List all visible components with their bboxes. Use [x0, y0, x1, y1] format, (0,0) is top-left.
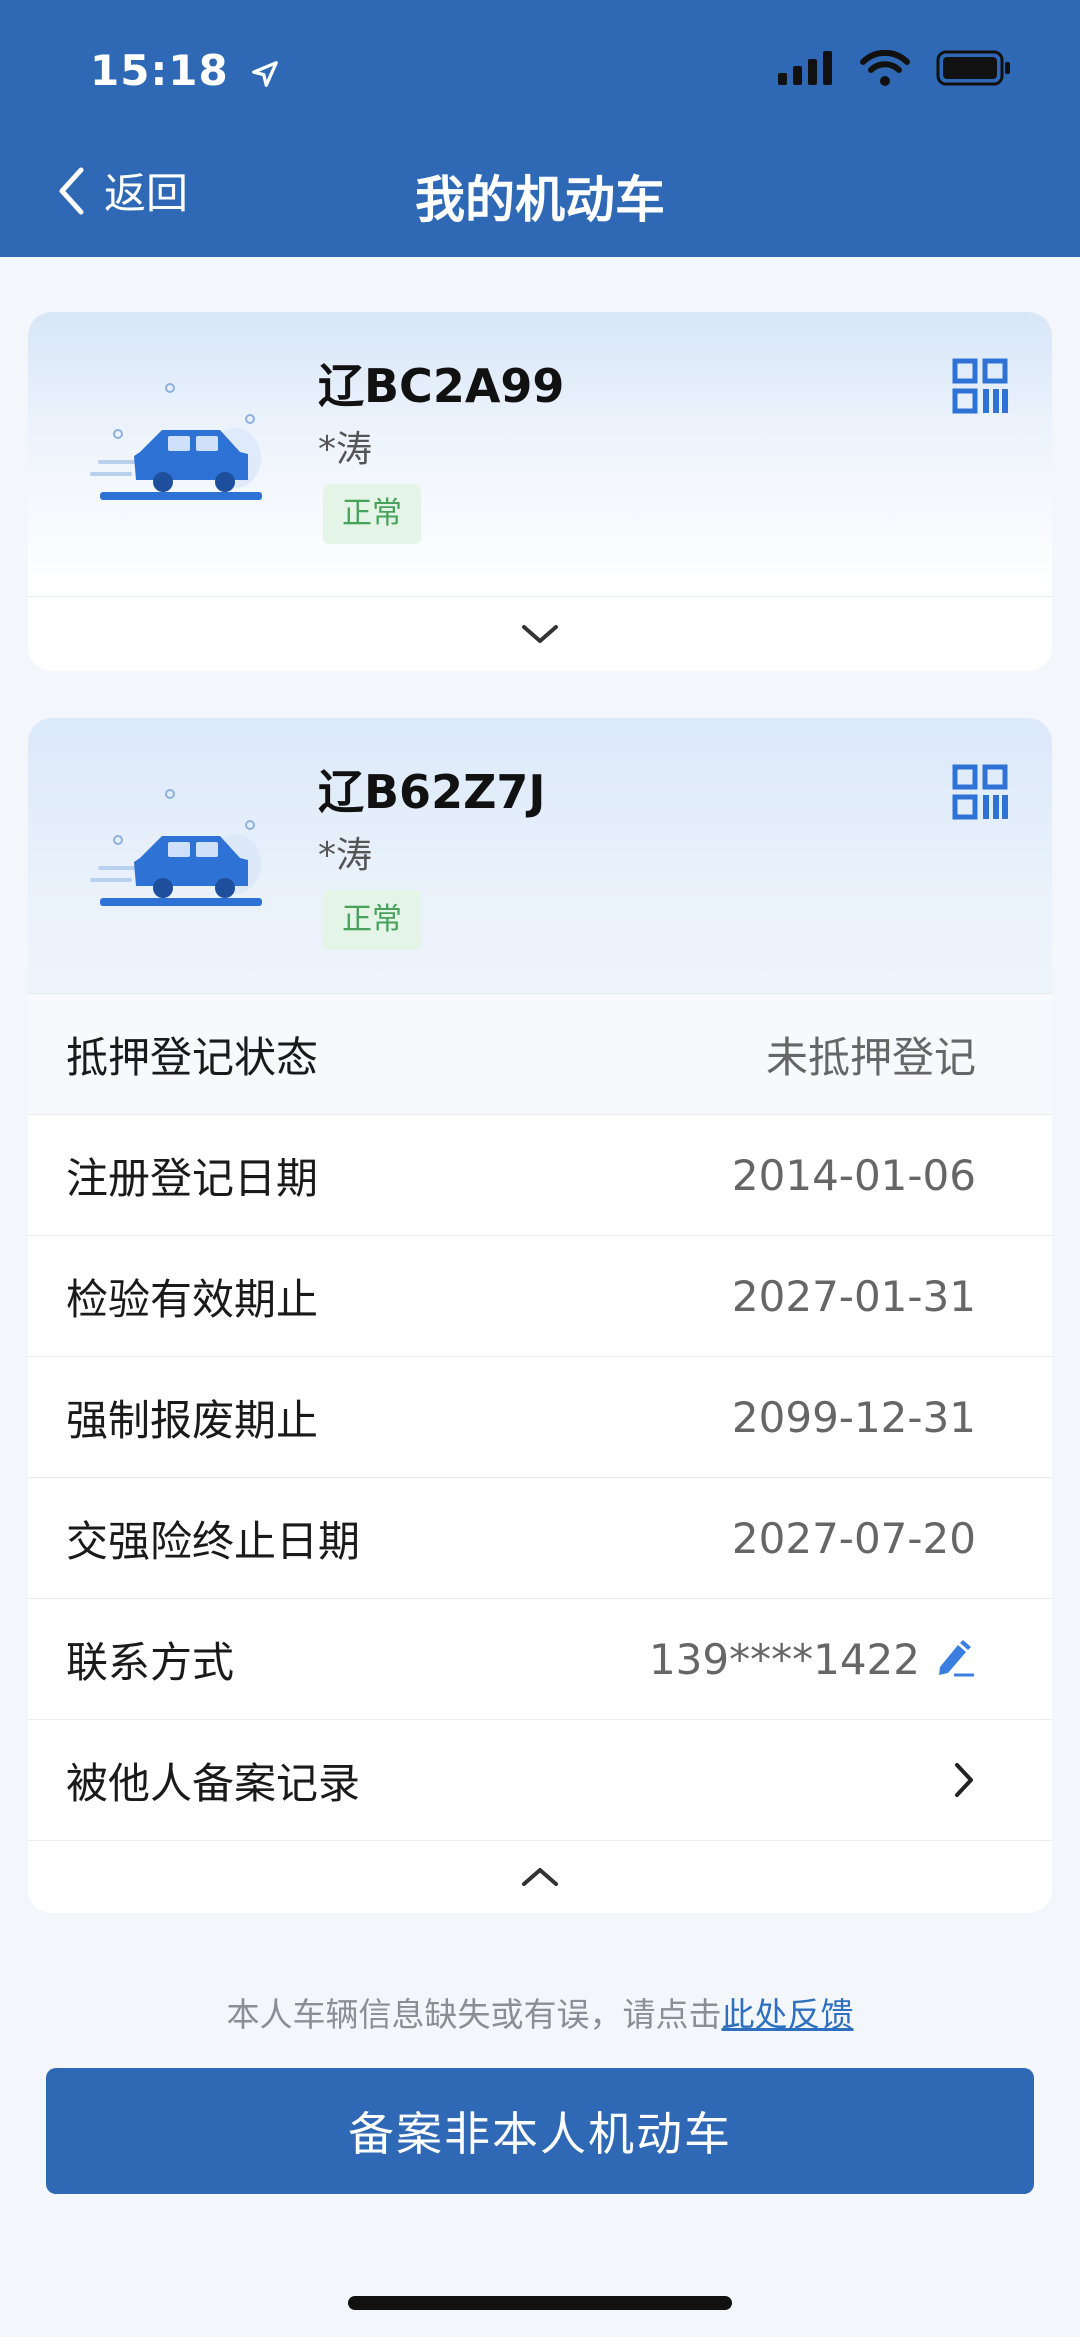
row-value: 139****1422	[648, 1634, 920, 1684]
status-bar-time: 15:18	[90, 46, 280, 95]
car-icon	[90, 383, 262, 500]
collapse-toggle[interactable]	[28, 1841, 1052, 1913]
detail-row-insurance-end: 交强险终止日期 2027-07-20	[28, 1478, 1052, 1599]
owner-name: *涛	[318, 835, 373, 876]
status-badge: 正常	[323, 890, 421, 950]
app-header: 15:18 返回 我的机动车	[0, 0, 1080, 257]
feedback-note: 本人车辆信息缺失或有误，请点击此处反馈	[0, 1988, 1080, 2036]
detail-row-scrap-date: 强制报废期止 2099-12-31	[28, 1357, 1052, 1478]
chevron-up-icon	[522, 1868, 558, 1886]
plate-number: 辽B62Z7J	[318, 765, 546, 819]
row-label: 联系方式	[66, 1637, 235, 1687]
vehicle-summary: 辽B62Z7J *涛 正常	[28, 718, 1052, 994]
row-label: 抵押登记状态	[66, 1032, 319, 1082]
status-icons	[778, 50, 1012, 86]
row-value: 2027-01-31	[731, 1271, 976, 1321]
detail-row-filing-records[interactable]: 被他人备案记录	[28, 1720, 1052, 1841]
home-indicator	[348, 2296, 732, 2310]
row-label: 被他人备案记录	[66, 1758, 361, 1808]
chevron-down-icon	[522, 625, 558, 643]
row-label: 交强险终止日期	[66, 1516, 361, 1566]
row-label: 检验有效期止	[66, 1274, 319, 1324]
detail-row-registration-date: 注册登记日期 2014-01-06	[28, 1115, 1052, 1236]
vehicle-card[interactable]: 辽B62Z7J *涛 正常 抵押登记状态 未抵押登记 注册登记日期 2014-0…	[28, 718, 1052, 1913]
row-label: 注册登记日期	[66, 1153, 319, 1203]
feedback-link[interactable]: 此处反馈	[722, 1995, 854, 2034]
file-non-owner-vehicle-button[interactable]: 备案非本人机动车	[46, 2068, 1034, 2194]
qr-code-icon[interactable]	[952, 358, 1008, 414]
detail-row-inspection-expiry: 检验有效期止 2027-01-31	[28, 1236, 1052, 1357]
wifi-icon	[860, 50, 910, 86]
row-value: 2027-07-20	[731, 1513, 976, 1563]
location-arrow-icon	[252, 60, 279, 87]
vehicle-card[interactable]: 辽BC2A99 *涛 正常	[28, 312, 1052, 671]
contact-value-wrap: 139****1422	[649, 1635, 976, 1684]
signal-icon	[778, 51, 832, 85]
chevron-right-icon	[955, 1763, 973, 1797]
expand-toggle[interactable]	[28, 596, 1052, 671]
edit-icon[interactable]	[934, 1639, 976, 1679]
detail-row-mortgage-status: 抵押登记状态 未抵押登记	[28, 994, 1052, 1115]
qr-code-icon[interactable]	[952, 764, 1008, 820]
status-badge: 正常	[323, 484, 421, 544]
car-icon	[90, 789, 262, 906]
plate-number: 辽BC2A99	[318, 359, 565, 413]
row-value: 2099-12-31	[731, 1392, 976, 1442]
row-label: 强制报废期止	[66, 1395, 319, 1445]
row-value: 2014-01-06	[731, 1150, 976, 1200]
detail-row-contact[interactable]: 联系方式 139****1422	[28, 1599, 1052, 1720]
vehicle-summary: 辽BC2A99 *涛 正常	[28, 312, 1052, 596]
row-value: 未抵押登记	[765, 1032, 976, 1082]
feedback-text: 本人车辆信息缺失或有误，请点击	[226, 1995, 722, 2034]
page-title: 我的机动车	[415, 171, 665, 229]
battery-icon	[936, 50, 1010, 86]
owner-name: *涛	[318, 429, 373, 470]
